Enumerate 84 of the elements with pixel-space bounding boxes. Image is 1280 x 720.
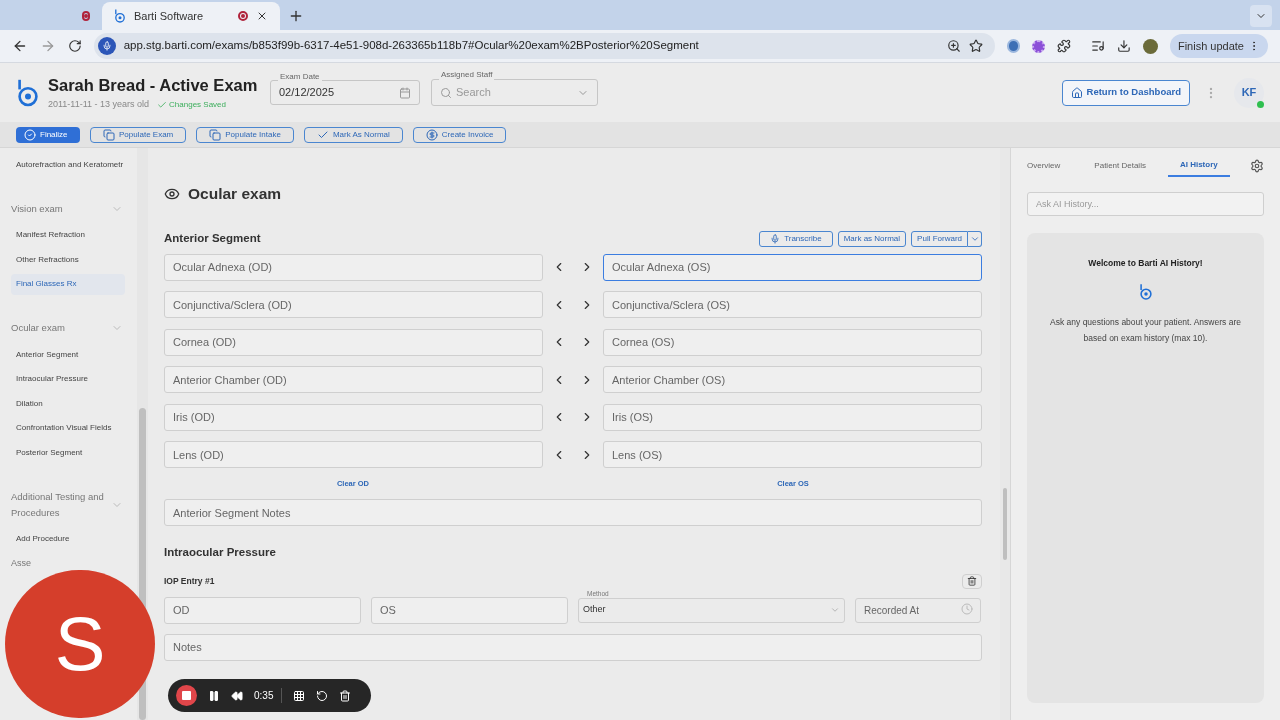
panel-tab[interactable]: Patient Details: [1082, 155, 1158, 177]
save-status: Changes Saved: [157, 97, 226, 112]
new-tab-icon[interactable]: [288, 8, 304, 24]
sidebar-item[interactable]: Autorefraction and Keratometr: [11, 154, 125, 175]
extension-icon[interactable]: [1006, 39, 1021, 53]
delete-button[interactable]: [962, 573, 982, 589]
action-button[interactable]: Populate Exam: [90, 126, 187, 143]
sidebar-section[interactable]: Vision exam: [11, 200, 111, 217]
url-text: app.stg.barti.com/exams/b853f99b-6317-4e51-908d-263365b118b7#Ocular%20exam%2BPosterior%20Segment: [123, 38, 700, 54]
delete-icon[interactable]: [339, 689, 352, 702]
sidebar-item[interactable]: Manifest Refraction: [11, 224, 125, 246]
sidebar-item[interactable]: Final Glasses Rx: [11, 273, 125, 295]
browser-tab[interactable]: Barti Software: [102, 2, 280, 30]
profile-avatar[interactable]: [1143, 38, 1158, 54]
action-button[interactable]: Populate Intake: [196, 126, 294, 143]
rewind-icon[interactable]: [231, 689, 243, 702]
dropdown-button[interactable]: [968, 230, 982, 247]
pull-forward-button[interactable]: Pull Forward: [911, 230, 968, 247]
sidebar-item[interactable]: Add Procedure: [11, 528, 125, 550]
logo-icon: [1138, 281, 1153, 302]
entry-title: IOP Entry #1: [164, 574, 215, 588]
sidebar-section[interactable]: Asse: [11, 555, 31, 571]
mic-icon[interactable]: [97, 37, 116, 55]
zoom-icon[interactable]: [946, 39, 961, 53]
field-label: Assigned Staff: [439, 70, 495, 80]
recorded-at-field[interactable]: Recorded At: [855, 598, 981, 623]
clock-icon: [961, 603, 973, 615]
logo-icon: [114, 8, 126, 24]
panel-tab[interactable]: Overview: [1027, 155, 1073, 177]
welcome-text: Ask any questions about your patient. Answers are based on exam history (max 10).: [1049, 315, 1242, 345]
star-icon[interactable]: [968, 39, 983, 53]
calendar-icon: [399, 86, 411, 99]
welcome-title: Welcome to Barti AI History!: [1088, 257, 1203, 270]
check-icon: [157, 99, 168, 110]
settings-icon[interactable]: [1250, 159, 1264, 173]
close-icon[interactable]: [256, 10, 268, 22]
download-icon[interactable]: [1117, 39, 1132, 53]
mic-icon: [770, 233, 781, 244]
dollar-icon: [425, 128, 438, 141]
reload-icon[interactable]: [67, 39, 82, 53]
mark-normal-button[interactable]: Mark as Normal: [837, 230, 907, 247]
section-title: Ocular exam: [188, 184, 282, 204]
recording-time: 0:35: [254, 688, 283, 703]
panel-tab[interactable]: AI History: [1167, 155, 1230, 177]
puzzle-icon[interactable]: [1057, 39, 1072, 53]
text-field[interactable]: Ocular Adnexa (OS): [603, 253, 982, 281]
subsection-title: Intraocular Pressure: [164, 545, 277, 561]
copy-icon: [209, 128, 222, 141]
scrollbar-thumb[interactable]: [1003, 488, 1007, 560]
action-button[interactable]: Mark As Normal: [303, 126, 403, 143]
return-button[interactable]: Return to Dashboard: [1061, 79, 1190, 106]
subsection-title: Anterior Segment: [164, 231, 262, 247]
exam-title: Sarah Bread - Active Exam: [48, 74, 258, 96]
grid-icon[interactable]: [293, 689, 306, 702]
ai-history-field[interactable]: Ask AI History...: [1027, 192, 1264, 216]
check-circle-icon: [24, 128, 36, 141]
address-bar[interactable]: app.stg.barti.com/exams/b853f99b-6317-4e51-908d-263365b118b7#Ocular%20exam%2BPosterior%20Segment: [93, 33, 995, 59]
sidebar-section[interactable]: Ocular exam: [11, 320, 111, 336]
home-icon: [1070, 86, 1083, 99]
sidebar-item[interactable]: Confrontation Visual Fields: [11, 417, 125, 439]
sidebar-item[interactable]: Anterior Segment: [11, 344, 125, 365]
transcribe-button[interactable]: Transcribe: [759, 230, 833, 247]
media-icon[interactable]: [1091, 39, 1106, 53]
field-label: Exam Date: [278, 72, 322, 82]
copy-icon: [103, 128, 115, 141]
back-icon[interactable]: [12, 38, 28, 54]
sidebar-item[interactable]: Other Refractions: [11, 249, 125, 270]
restart-icon[interactable]: [316, 689, 329, 702]
action-button[interactable]: Finalize: [16, 126, 80, 143]
tab-title: Barti Software: [134, 8, 205, 24]
patient-info: 2011-11-11 - 13 years old: [48, 97, 150, 111]
method-select[interactable]: Other: [578, 597, 845, 623]
chevron-down-icon: [830, 605, 840, 615]
stop-button[interactable]: [176, 685, 197, 706]
sidebar-item[interactable]: Dilation: [11, 393, 125, 414]
action-button[interactable]: Create Invoice: [412, 126, 507, 143]
user-avatar[interactable]: KF: [1234, 77, 1264, 108]
trash-icon: [967, 576, 977, 586]
update-button[interactable]: Finish update: [1169, 34, 1268, 58]
sidebar-item[interactable]: Posterior Segment: [11, 442, 125, 463]
pause-icon[interactable]: [208, 689, 220, 702]
search-icon: [440, 86, 452, 99]
sidebar-section[interactable]: Additional Testing and Procedures: [11, 488, 111, 521]
sidebar-item[interactable]: Intraocular Pressure: [11, 368, 125, 390]
